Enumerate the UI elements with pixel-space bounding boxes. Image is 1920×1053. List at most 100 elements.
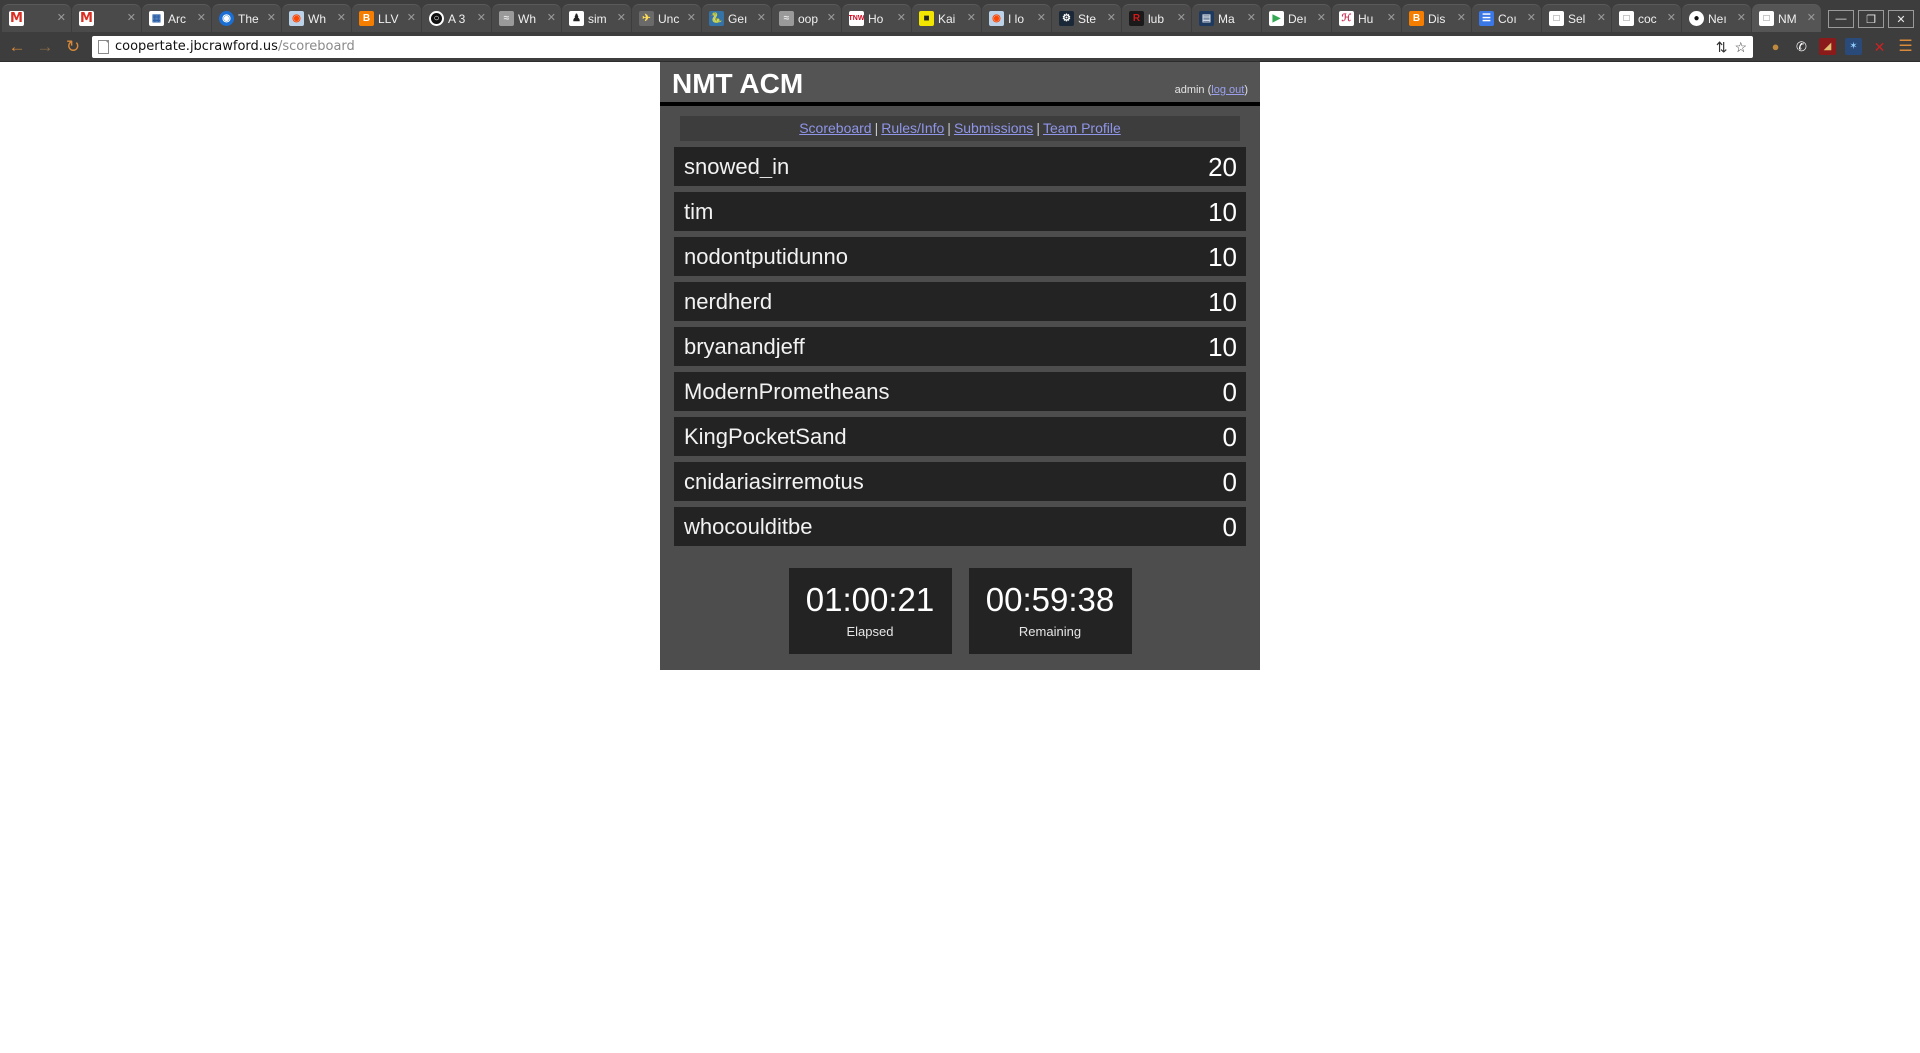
- tab-close-icon[interactable]: ✕: [687, 13, 696, 24]
- timer-value: 00:59:38: [985, 581, 1115, 619]
- scoreboard-row: cnidariasirremotus 0: [674, 462, 1246, 501]
- timer-remaining: 00:59:38 Remaining: [968, 568, 1132, 654]
- tab-title: The: [238, 11, 259, 26]
- browser-tab[interactable]: □ NM ✕: [1752, 4, 1821, 32]
- browser-tab[interactable]: ■ Kai ✕: [912, 4, 981, 32]
- tab-close-icon[interactable]: ✕: [897, 13, 906, 24]
- tab-close-icon[interactable]: ✕: [617, 13, 626, 24]
- browser-tab[interactable]: □ Sel ✕: [1542, 4, 1611, 32]
- nav-link-scoreboard[interactable]: Scoreboard: [799, 120, 871, 136]
- tab-close-icon[interactable]: ✕: [267, 13, 276, 24]
- tab-close-icon[interactable]: ✕: [1247, 13, 1256, 24]
- nav-link-submissions[interactable]: Submissions: [954, 120, 1033, 136]
- tab-close-icon[interactable]: ✕: [197, 13, 206, 24]
- browser-tab[interactable]: ◉ The ✕: [212, 4, 281, 32]
- browser-tab[interactable]: ▶ Deı ✕: [1262, 4, 1331, 32]
- tab-close-icon[interactable]: ✕: [967, 13, 976, 24]
- browser-tab[interactable]: ♟ sim ✕: [562, 4, 631, 32]
- browser-tab[interactable]: ☰ Coı ✕: [1472, 4, 1541, 32]
- browser-tab[interactable]: ◉ Wh ✕: [282, 4, 351, 32]
- sync-icon[interactable]: ⇅: [1716, 40, 1728, 54]
- tab-title: sim: [588, 11, 607, 26]
- tab-close-icon[interactable]: ✕: [1527, 13, 1536, 24]
- browser-tab[interactable]: Rlub ✕: [1122, 4, 1191, 32]
- blue-extension-icon[interactable]: ✶: [1845, 38, 1862, 55]
- timer-value: 01:00:21: [805, 581, 935, 619]
- maximize-button[interactable]: ❐: [1858, 10, 1884, 28]
- tab-title: Arc: [168, 11, 186, 26]
- browser-tab[interactable]: ✈ Unc ✕: [632, 4, 701, 32]
- tab-close-icon[interactable]: ✕: [477, 13, 486, 24]
- star-icon[interactable]: ☆: [1734, 40, 1747, 54]
- browser-tab[interactable]: ≈ oop ✕: [772, 4, 841, 32]
- team-score: 0: [1222, 511, 1237, 542]
- tab-close-icon[interactable]: ✕: [827, 13, 836, 24]
- minimize-button[interactable]: —: [1828, 10, 1854, 28]
- tab-title: lub: [1148, 11, 1165, 26]
- browser-tab[interactable]: □ coc ✕: [1612, 4, 1681, 32]
- tab-close-icon[interactable]: ✕: [127, 13, 136, 24]
- browser-tab[interactable]: B Dis ✕: [1402, 4, 1471, 32]
- nav-separator: |: [1036, 120, 1040, 136]
- browser-tab[interactable]: ≈ Wh ✕: [492, 4, 561, 32]
- browser-tab[interactable]: M ✕: [72, 4, 141, 32]
- browser-tab[interactable]: ● Neı ✕: [1682, 4, 1751, 32]
- tab-close-icon[interactable]: ✕: [1667, 13, 1676, 24]
- scoreboard-row: KingPocketSand 0: [674, 417, 1246, 456]
- tab-close-icon[interactable]: ✕: [1457, 13, 1466, 24]
- browser-tab[interactable]: ◉ I lo ✕: [982, 4, 1051, 32]
- tab-close-icon[interactable]: ✕: [1597, 13, 1606, 24]
- browser-tab[interactable]: 🐍 Geı ✕: [702, 4, 771, 32]
- team-score: 0: [1222, 466, 1237, 497]
- browser-tab[interactable]: M ✕: [2, 4, 71, 32]
- tab-close-icon[interactable]: ✕: [1387, 13, 1396, 24]
- cookie-icon[interactable]: ●: [1767, 38, 1784, 55]
- team-name: ModernPrometheans: [684, 380, 890, 403]
- tab-close-icon[interactable]: ✕: [337, 13, 346, 24]
- team-name: whocoulditbe: [684, 515, 813, 538]
- nav-link-rules-info[interactable]: Rules/Info: [881, 120, 944, 136]
- timer-elapsed: 01:00:21 Elapsed: [788, 568, 952, 654]
- browser-tab[interactable]: ○ A 3 ✕: [422, 4, 491, 32]
- scoreboard-app: NMT ACM admin (log out) Scoreboard | Rules…: [660, 62, 1260, 670]
- chat-phone-icon[interactable]: ✆: [1793, 38, 1810, 55]
- browser-tab[interactable]: B LLV ✕: [352, 4, 421, 32]
- browser-tab[interactable]: ⚙ Ste ✕: [1052, 4, 1121, 32]
- address-bar[interactable]: coopertate.jbcrawford.us/scoreboard ⇅ ☆: [92, 35, 1753, 58]
- tab-close-icon[interactable]: ✕: [1807, 13, 1816, 24]
- browser-tab[interactable]: TNW Ho ✕: [842, 4, 911, 32]
- tab-close-icon[interactable]: ✕: [1177, 13, 1186, 24]
- hu-icon: ℋ: [1339, 11, 1354, 26]
- tab-title: Deı: [1288, 11, 1307, 26]
- tab-close-icon[interactable]: ✕: [1037, 13, 1046, 24]
- dota-icon[interactable]: ◢: [1819, 38, 1836, 55]
- tab-title: A 3: [448, 11, 466, 26]
- tab-close-icon[interactable]: ✕: [757, 13, 766, 24]
- browser-window: M ✕ M ✕ ▦ Arc ✕ ◉ The ✕ ◉ Wh ✕ B LLV ✕ ○ A 3 ✕ ≈ Wh ✕ ♟ sim ✕ ✈ Un…: [0, 0, 1920, 1053]
- scoreboard-row: whocoulditbe 0: [674, 507, 1246, 546]
- reload-icon[interactable]: ↻: [62, 36, 84, 58]
- tab-close-icon[interactable]: ✕: [407, 13, 416, 24]
- close-button[interactable]: ✕: [1888, 10, 1914, 28]
- back-arrow-icon[interactable]: ←: [6, 36, 28, 58]
- forward-arrow-icon[interactable]: →: [34, 36, 56, 58]
- lub-icon: R: [1129, 11, 1144, 26]
- chrome-menu-icon[interactable]: ☰: [1897, 38, 1914, 55]
- log-out-link[interactable]: log out: [1211, 84, 1244, 96]
- tab-close-icon[interactable]: ✕: [1107, 13, 1116, 24]
- java-icon: ≈: [499, 11, 514, 26]
- tab-title: Kai: [938, 11, 956, 26]
- tab-title: I lo: [1008, 11, 1025, 26]
- tab-close-icon[interactable]: ✕: [1317, 13, 1326, 24]
- nav-link-team-profile[interactable]: Team Profile: [1043, 120, 1121, 136]
- tab-close-icon[interactable]: ✕: [1737, 13, 1746, 24]
- browser-tab[interactable]: ▦ Arc ✕: [142, 4, 211, 32]
- tab-close-icon[interactable]: ✕: [547, 13, 556, 24]
- tab-title: Ma: [1218, 11, 1235, 26]
- disqus-icon: B: [1409, 11, 1424, 26]
- tab-close-icon[interactable]: ✕: [57, 13, 66, 24]
- browser-tab[interactable]: ▤ Ma ✕: [1192, 4, 1261, 32]
- close-tabs-extension-icon[interactable]: ✕: [1871, 38, 1888, 55]
- grid-icon: ▦: [149, 11, 164, 26]
- browser-tab[interactable]: ℋ Hu ✕: [1332, 4, 1401, 32]
